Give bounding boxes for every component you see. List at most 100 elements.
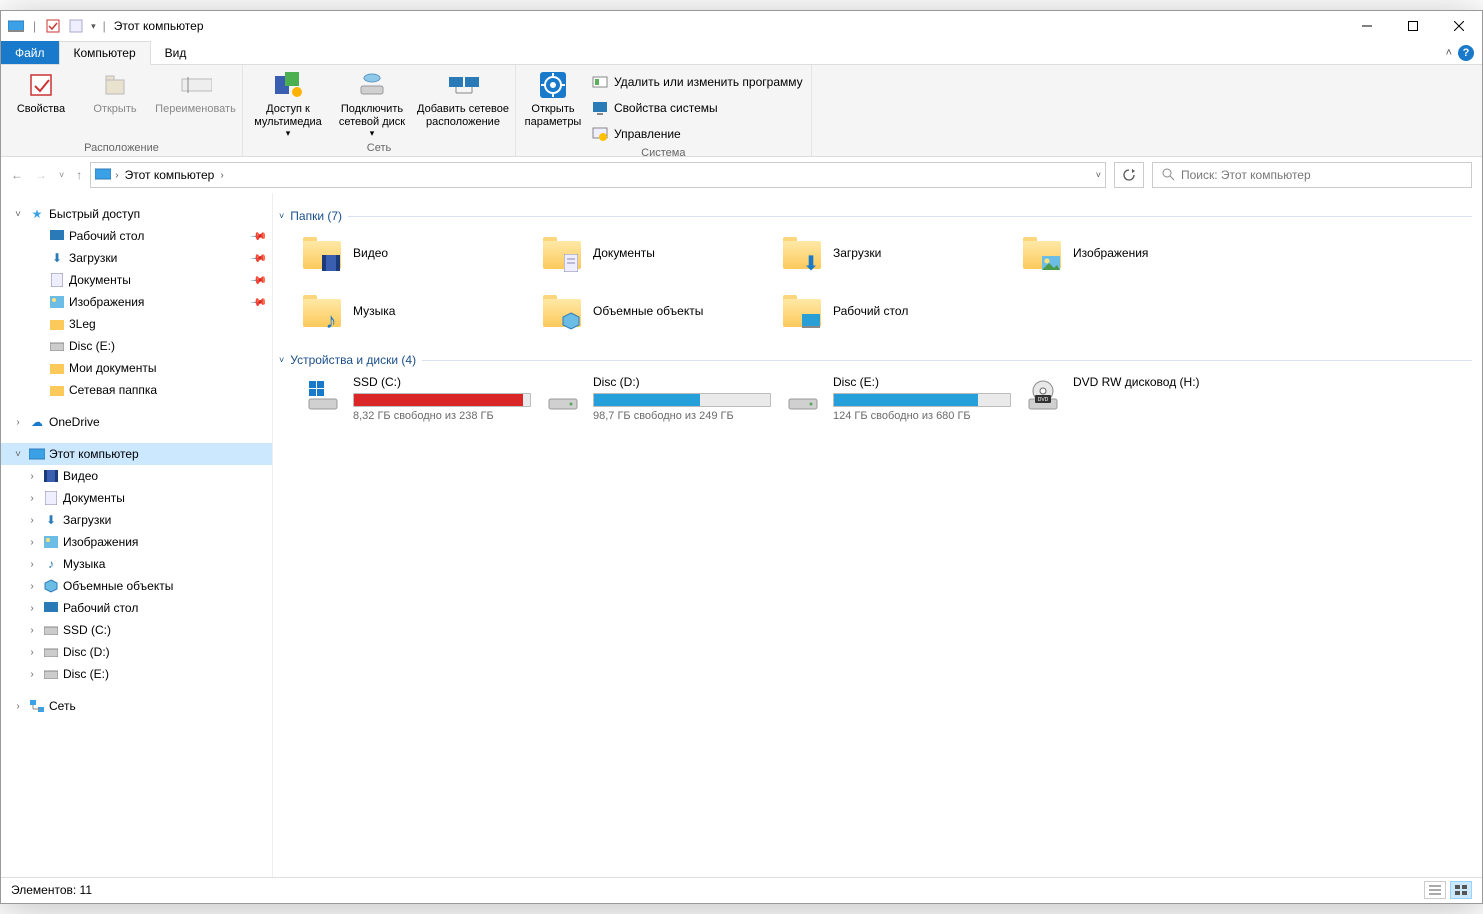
back-button[interactable]: ← (11, 168, 23, 182)
properties-qat-icon[interactable] (43, 16, 63, 36)
recent-locations-dropdown[interactable]: ˅ (59, 170, 64, 180)
documents-icon (49, 272, 65, 288)
section-folders[interactable]: ˅ Папки (7) (279, 209, 1472, 223)
map-drive-button[interactable]: Подключить сетевой диск▾ (331, 67, 413, 139)
tree-disc-e2[interactable]: ›Disc (E:) (1, 663, 272, 685)
search-box[interactable]: Поиск: Этот компьютер (1152, 162, 1472, 188)
chevron-right-icon[interactable]: › (220, 170, 223, 181)
drive-tile[interactable]: Disc (D:)98,7 ГБ свободно из 249 ГБ (543, 375, 773, 422)
star-icon: ★ (29, 206, 45, 222)
separator: | (103, 19, 106, 33)
drive-name: SSD (C:) (353, 375, 533, 389)
rename-button: Переименовать (153, 67, 238, 116)
tree-disc-d[interactable]: ›Disc (D:) (1, 641, 272, 663)
window-title: Этот компьютер (114, 19, 204, 33)
folder-downloads[interactable]: ⬇ Загрузки (783, 231, 1003, 275)
address-bar[interactable]: › Этот компьютер › ˅ (90, 162, 1106, 188)
drive-tile[interactable]: Disc (E:)124 ГБ свободно из 680 ГБ (783, 375, 1013, 422)
folder-desktop[interactable]: Рабочий стол (783, 289, 1003, 333)
drive-tile[interactable]: SSD (C:)8,32 ГБ свободно из 238 ГБ (303, 375, 533, 422)
search-placeholder: Поиск: Этот компьютер (1181, 168, 1311, 182)
system-properties-button[interactable]: Свойства системы (588, 97, 807, 119)
breadcrumb-root[interactable]: Этот компьютер (123, 168, 217, 182)
tree-pictures2[interactable]: ›Изображения (1, 531, 272, 553)
tree-desktop2[interactable]: ›Рабочий стол (1, 597, 272, 619)
help-icon[interactable]: ? (1458, 45, 1474, 61)
folder-pictures[interactable]: Изображения (1023, 231, 1243, 275)
drive-free-space: 98,7 ГБ свободно из 249 ГБ (593, 410, 773, 422)
content-pane: ˅ Папки (7) Видео Документы ⬇ Загрузки И… (273, 193, 1482, 877)
cube-icon (43, 578, 59, 594)
tree-documents[interactable]: Документы📌 (1, 269, 272, 291)
drive-icon (43, 644, 59, 660)
drive-tile[interactable]: DVDDVD RW дисковод (H:) (1023, 375, 1253, 422)
titlebar: | ▾ | Этот компьютер (1, 11, 1482, 41)
tree-downloads2[interactable]: ›⬇Загрузки (1, 509, 272, 531)
forward-button: → (35, 168, 47, 182)
tree-3d-objects[interactable]: ›Объемные объекты (1, 575, 272, 597)
chevron-right-icon[interactable]: › (115, 170, 118, 181)
tree-videos[interactable]: ›Видео (1, 465, 272, 487)
new-folder-qat-icon[interactable] (66, 16, 86, 36)
properties-button[interactable]: Свойства (5, 67, 77, 116)
drive-free-space: 124 ГБ свободно из 680 ГБ (833, 410, 1013, 422)
add-network-location-button[interactable]: Добавить сетевое расположение (415, 67, 511, 128)
tree-this-pc[interactable]: ˅Этот компьютер (1, 443, 272, 465)
close-button[interactable] (1436, 11, 1482, 41)
manage-button[interactable]: Управление (588, 123, 807, 145)
up-button[interactable]: ↑ (76, 168, 82, 182)
ribbon: Свойства Открыть Переименовать Расположе… (1, 65, 1482, 157)
collapse-icon[interactable]: ˅ (279, 355, 284, 365)
tree-disc-e[interactable]: Disc (E:) (1, 335, 272, 357)
tree-music[interactable]: ›♪Музыка (1, 553, 272, 575)
tree-quick-access[interactable]: ˅★ Быстрый доступ (1, 203, 272, 225)
tree-3leg[interactable]: 3Leg (1, 313, 272, 335)
folder-icon (303, 233, 343, 273)
folder-3d-objects[interactable]: Объемные объекты (543, 289, 763, 333)
folder-icon (543, 233, 583, 273)
folder-documents[interactable]: Документы (543, 231, 763, 275)
media-access-button[interactable]: Доступ к мультимедиа▾ (247, 67, 329, 139)
folder-icon (49, 316, 65, 332)
drive-usage-bar (593, 393, 771, 407)
pictures-icon (43, 534, 59, 550)
uninstall-program-button[interactable]: Удалить или изменить программу (588, 71, 807, 93)
maximize-button[interactable] (1390, 11, 1436, 41)
tree-desktop[interactable]: Рабочий стол📌 (1, 225, 272, 247)
tree-my-documents[interactable]: Мои документы (1, 357, 272, 379)
address-dropdown-icon[interactable]: ˅ (1096, 170, 1101, 180)
collapse-icon[interactable]: ˅ (279, 211, 284, 221)
tree-pictures[interactable]: Изображения📌 (1, 291, 272, 313)
navigation-bar: ← → ˅ ↑ › Этот компьютер › ˅ Поиск: Этот… (1, 157, 1482, 193)
open-settings-button[interactable]: Открыть параметры (520, 67, 586, 128)
folder-icon (783, 291, 823, 331)
tab-file[interactable]: Файл (1, 41, 59, 64)
tab-computer[interactable]: Компьютер (59, 41, 151, 65)
tree-ssd-c[interactable]: ›SSD (C:) (1, 619, 272, 641)
downloads-icon: ⬇ (43, 512, 59, 528)
location-icon (95, 167, 111, 184)
tree-documents2[interactable]: ›Документы (1, 487, 272, 509)
drive-usage-bar (353, 393, 531, 407)
view-details-button[interactable] (1424, 881, 1446, 899)
minimize-button[interactable] (1344, 11, 1390, 41)
qat-dropdown-icon[interactable]: ▾ (91, 21, 96, 32)
section-drives[interactable]: ˅ Устройства и диски (4) (279, 353, 1472, 367)
tree-onedrive[interactable]: ›☁OneDrive (1, 411, 272, 433)
refresh-button[interactable] (1114, 162, 1144, 188)
tree-network-folder[interactable]: Сетевая паппка (1, 379, 272, 401)
drive-usage-bar (833, 393, 1011, 407)
tab-view[interactable]: Вид (151, 41, 201, 64)
drive-icon (303, 375, 343, 415)
view-tiles-button[interactable] (1450, 881, 1472, 899)
navigation-arrows: ← → ˅ ↑ (11, 168, 82, 182)
tree-downloads[interactable]: ⬇Загрузки📌 (1, 247, 272, 269)
pin-icon: 📌 (250, 227, 269, 246)
folder-music[interactable]: ♪ Музыка (303, 289, 523, 333)
folder-icon (49, 360, 65, 376)
ribbon-collapse-icon[interactable]: ˄ (1446, 47, 1452, 59)
folder-videos[interactable]: Видео (303, 231, 523, 275)
ribbon-group-label: Система (520, 145, 807, 161)
folder-icon: ♪ (303, 291, 343, 331)
tree-network[interactable]: ›Сеть (1, 695, 272, 717)
